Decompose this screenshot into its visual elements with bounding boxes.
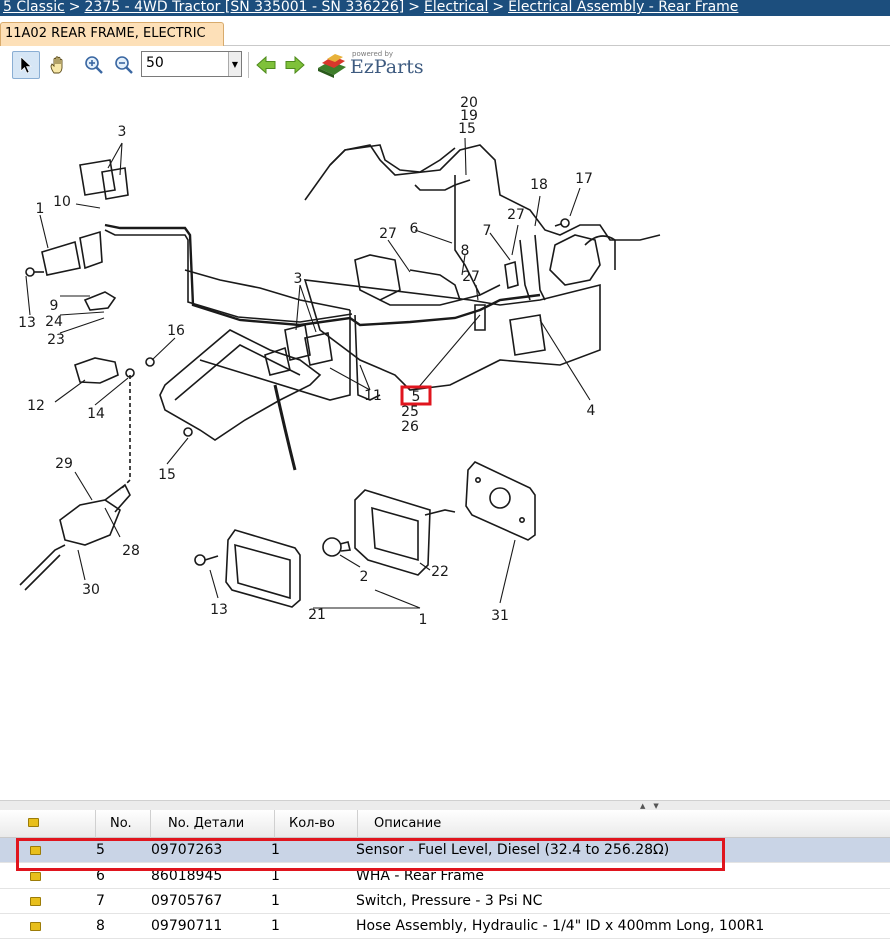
callout-26[interactable]: 26 <box>401 419 419 435</box>
callout-29[interactable]: 29 <box>55 456 73 472</box>
callout-25[interactable]: 25 <box>401 404 419 420</box>
arrow-left-icon <box>256 55 276 75</box>
zoom-out-button[interactable] <box>110 51 138 79</box>
breadcrumb: 5 Classic >2375 - 4WD Tractor [SN 335001 … <box>0 0 890 16</box>
next-button[interactable] <box>281 51 309 79</box>
callout-3[interactable]: 3 <box>294 271 303 287</box>
table-row[interactable]: 7 09705767 1 Switch, Pressure - 3 Psi NC <box>0 889 890 914</box>
callout-27[interactable]: 27 <box>379 226 397 242</box>
ezparts-logo-icon <box>318 54 346 78</box>
callout-17[interactable]: 17 <box>575 171 593 187</box>
callout-21[interactable]: 21 <box>308 607 326 623</box>
tab-rear-frame-electric[interactable]: 11A02 REAR FRAME, ELECTRIC <box>0 22 224 46</box>
diagram-toolbar: 50 ▼ powered by EzParts <box>0 46 890 82</box>
parts-grid: No. No. Детали Кол-во Описание 5 09707263… <box>0 810 890 939</box>
column-header-part-number[interactable]: No. Детали <box>151 810 275 838</box>
brand-name: EzParts <box>350 56 424 78</box>
callout-16[interactable]: 16 <box>167 323 185 339</box>
callout-7[interactable]: 7 <box>483 223 492 239</box>
parts-diagram[interactable]: 20 19 15 3 18 17 10 27 6 7 1 8 27 27 3 9 24 13 23 16 11 5 25 26… <box>0 82 890 800</box>
cell-part-number: 09790711 <box>151 918 223 934</box>
zoom-in-button[interactable] <box>80 51 108 79</box>
callout-12[interactable]: 12 <box>27 398 45 414</box>
callout-30[interactable]: 30 <box>82 582 100 598</box>
folder-icon <box>30 889 50 914</box>
callout-14[interactable]: 14 <box>87 406 105 422</box>
callout-15[interactable]: 15 <box>158 467 176 483</box>
toolbar-divider <box>248 52 249 78</box>
zoom-level-select[interactable]: 50 ▼ <box>141 51 242 77</box>
callout-9[interactable]: 9 <box>50 298 59 314</box>
callout-23[interactable]: 23 <box>47 332 65 348</box>
hand-icon <box>50 56 63 74</box>
callout-31[interactable]: 31 <box>491 608 509 624</box>
column-header-quantity[interactable]: Кол-во <box>275 810 358 838</box>
breadcrumb-separator: > <box>408 0 420 15</box>
callout-2[interactable]: 2 <box>360 569 369 585</box>
splitter-grip-icon: ▲▼ <box>640 802 667 810</box>
zoom-level-value: 50 <box>146 55 164 71</box>
callout-11[interactable]: 11 <box>364 388 382 404</box>
callout-8[interactable]: 8 <box>461 243 470 259</box>
callout-18[interactable]: 18 <box>530 177 548 193</box>
pointer-tool-button[interactable] <box>12 51 40 79</box>
tab-bar: 11A02 REAR FRAME, ELECTRIC <box>0 16 890 46</box>
folder-icon <box>28 818 39 827</box>
callout-27[interactable]: 27 <box>462 269 480 285</box>
callout-27[interactable]: 27 <box>507 207 525 223</box>
cell-quantity: 1 <box>271 893 280 909</box>
callout-10[interactable]: 10 <box>53 194 71 210</box>
callout-22[interactable]: 22 <box>431 564 449 580</box>
cell-quantity: 1 <box>271 918 280 934</box>
arrow-right-icon <box>285 55 305 75</box>
folder-icon <box>30 914 50 939</box>
pointer-icon <box>20 56 32 74</box>
callout-1[interactable]: 1 <box>36 201 45 217</box>
zoom-in-icon <box>85 56 103 74</box>
breadcrumb-link-electrical-assembly[interactable]: Electrical Assembly - Rear Frame <box>508 0 738 15</box>
breadcrumb-separator: > <box>492 0 505 15</box>
cell-description: Switch, Pressure - 3 Psi NC <box>356 893 543 909</box>
parts-diagram-svg: 201915318 1710276 7182727392413231611 52526… <box>18 95 661 628</box>
callout-28[interactable]: 28 <box>122 543 140 559</box>
cell-part-number: 09705767 <box>151 893 223 909</box>
cell-description: Hose Assembly, Hydraulic - 1/4" ID x 400… <box>356 918 765 934</box>
pane-splitter[interactable]: ▲▼ <box>0 800 890 810</box>
ezparts-logo: powered by EzParts <box>316 50 426 80</box>
previous-button[interactable] <box>252 51 280 79</box>
callout-13[interactable]: 13 <box>210 602 228 618</box>
callout-5[interactable]: 5 <box>412 389 421 405</box>
pan-tool-button[interactable] <box>44 51 72 79</box>
breadcrumb-link-model-series[interactable]: 5 Classic <box>3 0 65 15</box>
breadcrumb-link-tractor[interactable]: 2375 - 4WD Tractor [SN 335001 - SN 33622… <box>85 0 405 15</box>
callout-13[interactable]: 13 <box>18 315 36 331</box>
column-header-icon[interactable] <box>0 810 96 838</box>
column-header-description[interactable]: Описание <box>358 810 858 838</box>
breadcrumb-separator: > <box>68 0 81 15</box>
callout-1[interactable]: 1 <box>419 612 428 628</box>
callout-4[interactable]: 4 <box>587 403 596 419</box>
callout-15[interactable]: 15 <box>458 121 476 137</box>
table-row[interactable]: 8 09790711 1 Hose Assembly, Hydraulic - 1/4… <box>0 914 890 939</box>
chevron-down-icon[interactable]: ▼ <box>228 52 241 76</box>
breadcrumb-link-electrical[interactable]: Electrical <box>424 0 488 15</box>
zoom-out-icon <box>115 56 133 74</box>
callout-6[interactable]: 6 <box>410 221 419 237</box>
row-highlight-box <box>16 838 725 871</box>
callout-3[interactable]: 3 <box>118 124 127 140</box>
column-header-no[interactable]: No. <box>96 810 151 838</box>
cell-no: 7 <box>96 893 105 909</box>
grid-header: No. No. Детали Кол-во Описание <box>0 810 890 838</box>
callout-24[interactable]: 24 <box>45 314 63 330</box>
cell-no: 8 <box>96 918 105 934</box>
